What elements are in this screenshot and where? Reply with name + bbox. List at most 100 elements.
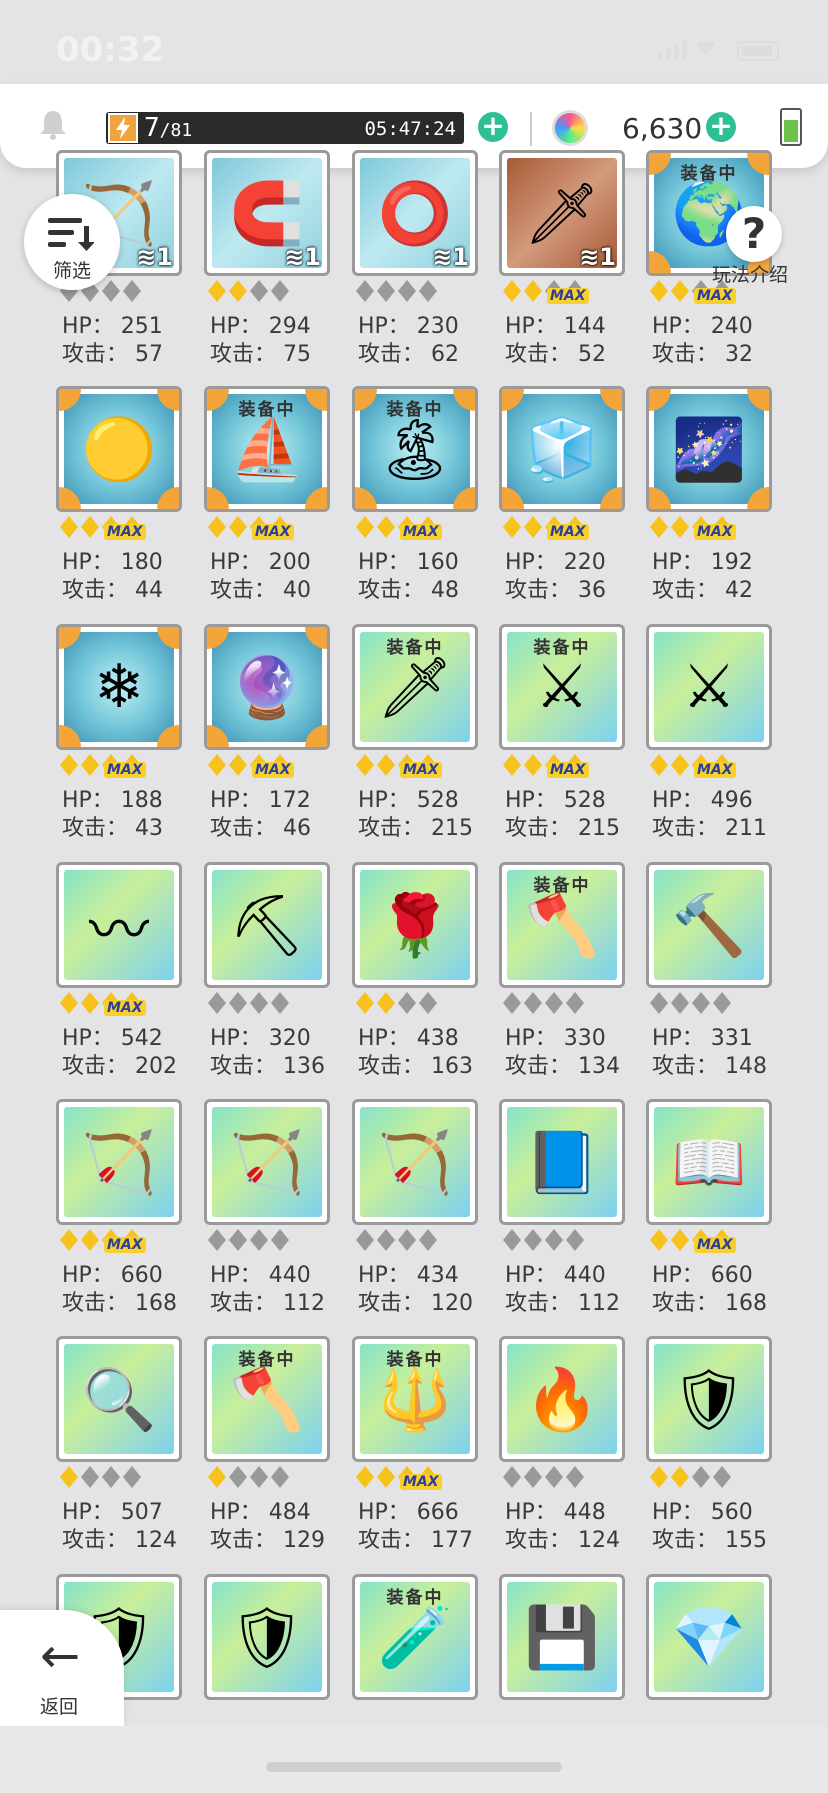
max-badge: MAX: [252, 762, 294, 778]
star-icon: [208, 754, 226, 776]
item-frame[interactable]: 🛡: [646, 1336, 772, 1462]
item-frame[interactable]: 〰: [56, 862, 182, 988]
attack-stat: 攻击： 215: [505, 816, 620, 841]
star-icon: [692, 992, 710, 1014]
star-rating: [503, 1466, 633, 1490]
item-frame[interactable]: 🌹: [352, 862, 478, 988]
back-button[interactable]: ← 返回: [0, 1610, 124, 1726]
star-icon: [208, 992, 226, 1014]
item-frame[interactable]: 🔥: [499, 1336, 625, 1462]
max-badge: MAX: [104, 1237, 146, 1253]
item-frame[interactable]: ⛵ 装备中: [204, 386, 330, 512]
star-icon: [503, 754, 521, 776]
help-button[interactable]: ?: [726, 206, 782, 262]
star-icon: [81, 1466, 99, 1488]
item-frame[interactable]: 🔮: [204, 624, 330, 750]
item-frame[interactable]: ⚔: [646, 624, 772, 750]
add-gems-button[interactable]: +: [706, 112, 736, 142]
item-frame[interactable]: 🗡 装备中: [352, 624, 478, 750]
equipped-badge: 装备中: [386, 400, 444, 420]
star-icon: [419, 992, 437, 1014]
star-icon: [81, 1229, 99, 1251]
item-frame[interactable]: 🪓 装备中: [204, 1336, 330, 1462]
star-icon: [356, 754, 374, 776]
star-icon: [271, 1466, 289, 1488]
item-frame[interactable]: 🏹: [352, 1099, 478, 1225]
brain-shield-icon: 🛡: [670, 1364, 748, 1435]
item-frame[interactable]: 🧲 ≋1: [204, 150, 330, 276]
item-frame[interactable]: 🪓 装备中: [499, 862, 625, 988]
max-badge: MAX: [694, 762, 736, 778]
star-icon: [419, 280, 437, 302]
help-label[interactable]: 玩法介绍: [712, 260, 788, 287]
item-frame[interactable]: 🧪 装备中: [352, 1574, 478, 1700]
attack-stat: 攻击： 43: [62, 816, 163, 841]
star-icon: [60, 1466, 78, 1488]
item-frame[interactable]: 🔱 装备中: [352, 1336, 478, 1462]
item-frame[interactable]: ⚔ 装备中: [499, 624, 625, 750]
star-icon: [503, 516, 521, 538]
item-frame[interactable]: 🔍: [56, 1336, 182, 1462]
star-icon: [566, 992, 584, 1014]
star-rating: [503, 992, 633, 1016]
attack-stat: 攻击： 40: [210, 578, 311, 603]
max-badge: MAX: [694, 524, 736, 540]
star-icon: [398, 992, 416, 1014]
star-icon: [229, 1229, 247, 1251]
star-rating: MAX: [650, 1229, 780, 1253]
item-frame[interactable]: 🏝 装备中: [352, 386, 478, 512]
star-icon: [208, 1229, 226, 1251]
item-frame[interactable]: 🗡 ≋1: [499, 150, 625, 276]
item-frame[interactable]: 🛡: [204, 1574, 330, 1700]
item-frame[interactable]: 🌌: [646, 386, 772, 512]
item-frame[interactable]: 🔨: [646, 862, 772, 988]
star-icon: [271, 1229, 289, 1251]
attack-stat: 攻击： 124: [505, 1528, 620, 1553]
equipped-badge: 装备中: [533, 638, 591, 658]
star-icon: [692, 1466, 710, 1488]
item-frame[interactable]: ⛏: [204, 862, 330, 988]
snow-globe-icon: ❄: [93, 652, 145, 722]
item-frame[interactable]: 📘: [499, 1099, 625, 1225]
star-icon: [503, 1466, 521, 1488]
attack-stat: 攻击： 36: [505, 578, 606, 603]
star-icon: [713, 992, 731, 1014]
home-indicator[interactable]: [266, 1762, 562, 1772]
attack-stat: 攻击： 46: [210, 816, 311, 841]
attack-stat: 攻击： 202: [62, 1054, 177, 1079]
attack-stat: 攻击： 163: [358, 1054, 473, 1079]
filter-button[interactable]: 筛选: [24, 194, 120, 290]
bell-icon[interactable]: [36, 108, 70, 142]
item-frame[interactable]: 💾: [499, 1574, 625, 1700]
rose-staff-icon: 🌹: [377, 890, 453, 961]
item-frame[interactable]: 🏹: [204, 1099, 330, 1225]
attack-stat: 攻击： 48: [358, 578, 459, 603]
star-rating: [356, 280, 486, 304]
clock: 00:32: [56, 30, 165, 70]
star-rating: [356, 1229, 486, 1253]
star-rating: MAX: [503, 516, 633, 540]
item-frame[interactable]: ❄: [56, 624, 182, 750]
attack-stat: 攻击： 62: [358, 342, 459, 367]
star-icon: [650, 516, 668, 538]
attack-stat: 攻击： 42: [652, 578, 753, 603]
attack-stat: 攻击： 32: [652, 342, 753, 367]
star-icon: [566, 1466, 584, 1488]
stack-count: ≋1: [136, 243, 173, 271]
star-rating: MAX: [356, 1466, 486, 1490]
item-frame[interactable]: 🏹: [56, 1099, 182, 1225]
item-frame[interactable]: 🧊: [499, 386, 625, 512]
item-frame[interactable]: 📖: [646, 1099, 772, 1225]
battery-icon: [780, 108, 802, 146]
star-icon: [356, 516, 374, 538]
dark-globe-icon: 🔮: [229, 652, 305, 723]
star-icon: [229, 516, 247, 538]
add-energy-button[interactable]: +: [478, 112, 508, 142]
item-frame[interactable]: 💎: [646, 1574, 772, 1700]
item-frame[interactable]: 🟡: [56, 386, 182, 512]
max-badge: MAX: [694, 1237, 736, 1253]
item-frame[interactable]: ⭕ ≋1: [352, 150, 478, 276]
star-icon: [671, 516, 689, 538]
night-globe-icon: 🌌: [671, 414, 747, 485]
star-icon: [650, 1229, 668, 1251]
